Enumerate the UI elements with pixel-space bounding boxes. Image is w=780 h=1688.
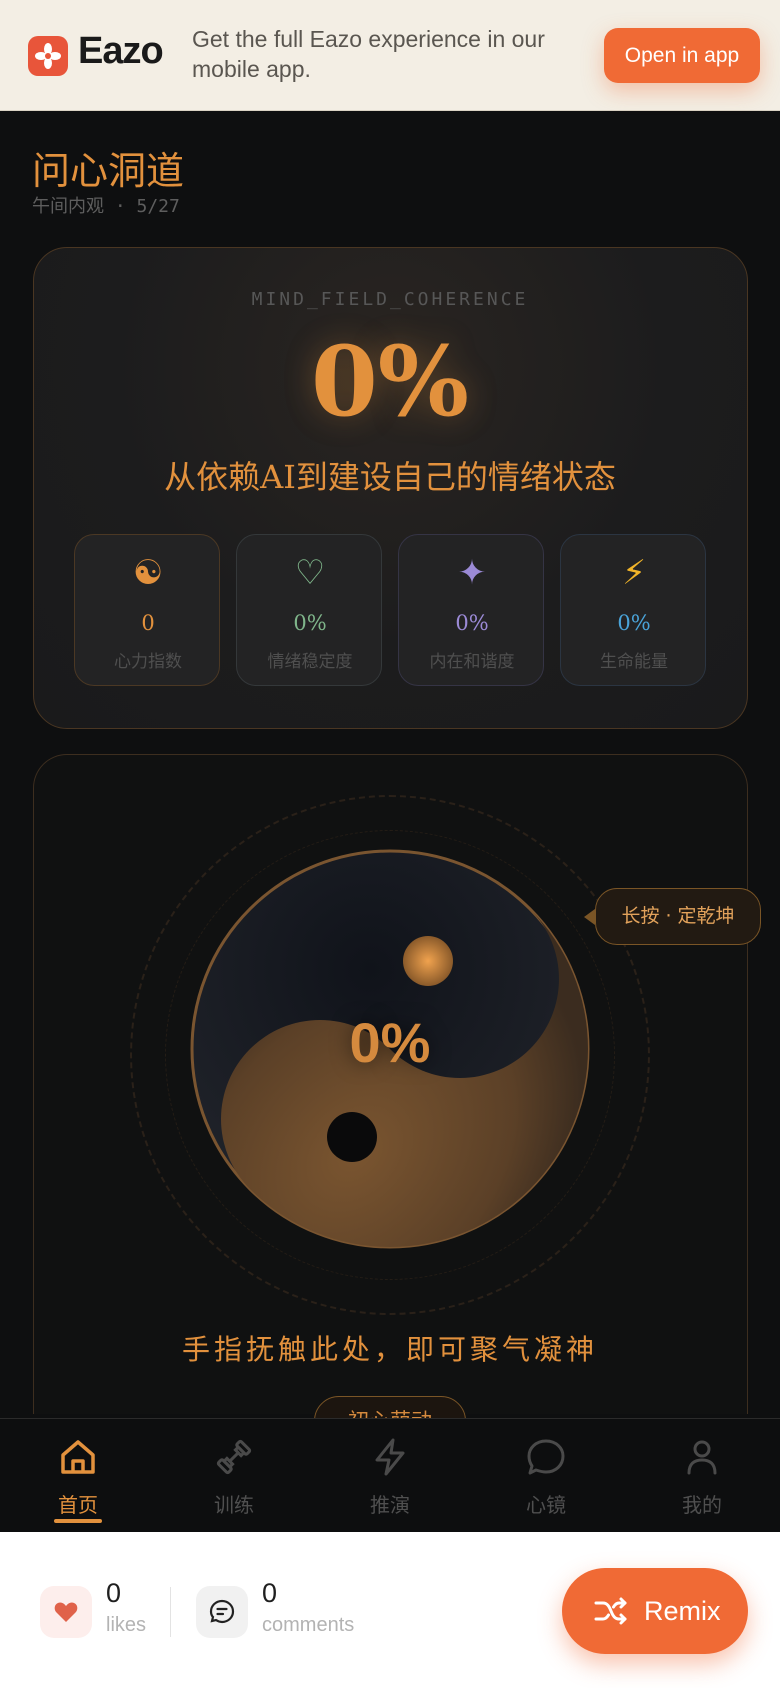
nav-item-training[interactable]: 训练 — [156, 1419, 312, 1533]
chat-bubble-icon — [527, 1439, 565, 1475]
stat-value: 0 — [141, 611, 155, 635]
home-icon — [61, 1440, 95, 1474]
coherence-label: MIND_FIELD_COHERENCE — [251, 289, 529, 310]
comment-icon — [209, 1599, 235, 1624]
app-promo-banner: Eazo Get the full Eazo experience in our… — [0, 0, 780, 111]
yin-yang-icon: ☯ — [132, 553, 164, 593]
stat-label: 心力指数 — [114, 652, 182, 672]
stat-label: 生命能量 — [600, 652, 668, 672]
stat-card-inner-harmony: ✦ 0% 内在和谐度 — [398, 534, 544, 686]
shuffle-icon — [594, 1597, 627, 1625]
remix-button[interactable]: Remix — [562, 1568, 748, 1654]
sparkle-icon: ✦ — [457, 553, 487, 593]
stat-card-mind-power: ☯ 0 心力指数 — [74, 534, 220, 686]
lightning-icon — [375, 1438, 405, 1476]
touch-instruction: 手指抚触此处，即可聚气凝神 — [181, 1333, 598, 1366]
nav-label: 我的 — [682, 1493, 722, 1517]
nav-label: 心镜 — [526, 1493, 566, 1517]
bottom-nav: 首页 训练 推演 心镜 我的 — [0, 1418, 780, 1532]
nav-item-home[interactable]: 首页 — [0, 1419, 156, 1533]
user-icon — [687, 1440, 717, 1475]
nav-item-deduce[interactable]: 推演 — [312, 1419, 468, 1533]
long-press-tooltip: 长按 · 定乾坤 — [595, 888, 761, 945]
likes-count: 0 — [106, 1578, 122, 1608]
tooltip-arrow — [584, 909, 595, 925]
dark-dot — [327, 1112, 377, 1162]
remix-label: Remix — [644, 1596, 721, 1626]
brand-name: Eazo — [78, 30, 164, 72]
lightning-icon: ⚡ — [622, 553, 646, 593]
nav-label: 训练 — [214, 1493, 254, 1517]
comment-button[interactable] — [196, 1586, 248, 1638]
stat-card-emotional-stability: ♡ 0% 情绪稳定度 — [236, 534, 382, 686]
stat-value: 0% — [293, 611, 327, 635]
nav-label: 推演 — [370, 1493, 410, 1517]
yinyang-value: 0% — [349, 1011, 431, 1074]
page-title: 问心洞道 — [32, 149, 185, 193]
session-subtitle: 午间内观 · 5/27 — [32, 196, 180, 217]
stat-label: 内在和谐度 — [429, 652, 515, 672]
social-footer: 0 likes 0 comments Remix — [0, 1532, 780, 1688]
nav-item-profile[interactable]: 我的 — [624, 1419, 780, 1533]
coherence-headline: 从依赖AI到建设自己的情绪状态 — [164, 458, 616, 496]
eazo-logo-icon — [28, 36, 68, 76]
stat-value: 0% — [617, 611, 651, 635]
open-in-app-button[interactable]: Open in app — [604, 28, 760, 83]
footer-divider — [170, 1587, 171, 1637]
like-button[interactable] — [40, 1586, 92, 1638]
nav-item-mirror[interactable]: 心镜 — [468, 1419, 624, 1533]
comments-count: 0 — [262, 1578, 278, 1608]
coherence-value: 0% — [310, 325, 469, 438]
comments-label: comments — [262, 1614, 355, 1636]
heart-icon — [54, 1602, 78, 1622]
active-indicator — [54, 1519, 102, 1523]
gold-dot — [403, 936, 453, 986]
stat-card-life-energy: ⚡ 0% 生命能量 — [560, 534, 706, 686]
dumbbell-icon — [216, 1439, 252, 1475]
stat-label: 情绪稳定度 — [267, 652, 353, 672]
promo-text: Get the full Eazo experience in our mobi… — [192, 26, 545, 82]
heart-icon: ♡ — [294, 553, 326, 593]
likes-label: likes — [106, 1614, 147, 1636]
stat-value: 0% — [455, 611, 489, 635]
nav-label: 首页 — [58, 1493, 98, 1517]
